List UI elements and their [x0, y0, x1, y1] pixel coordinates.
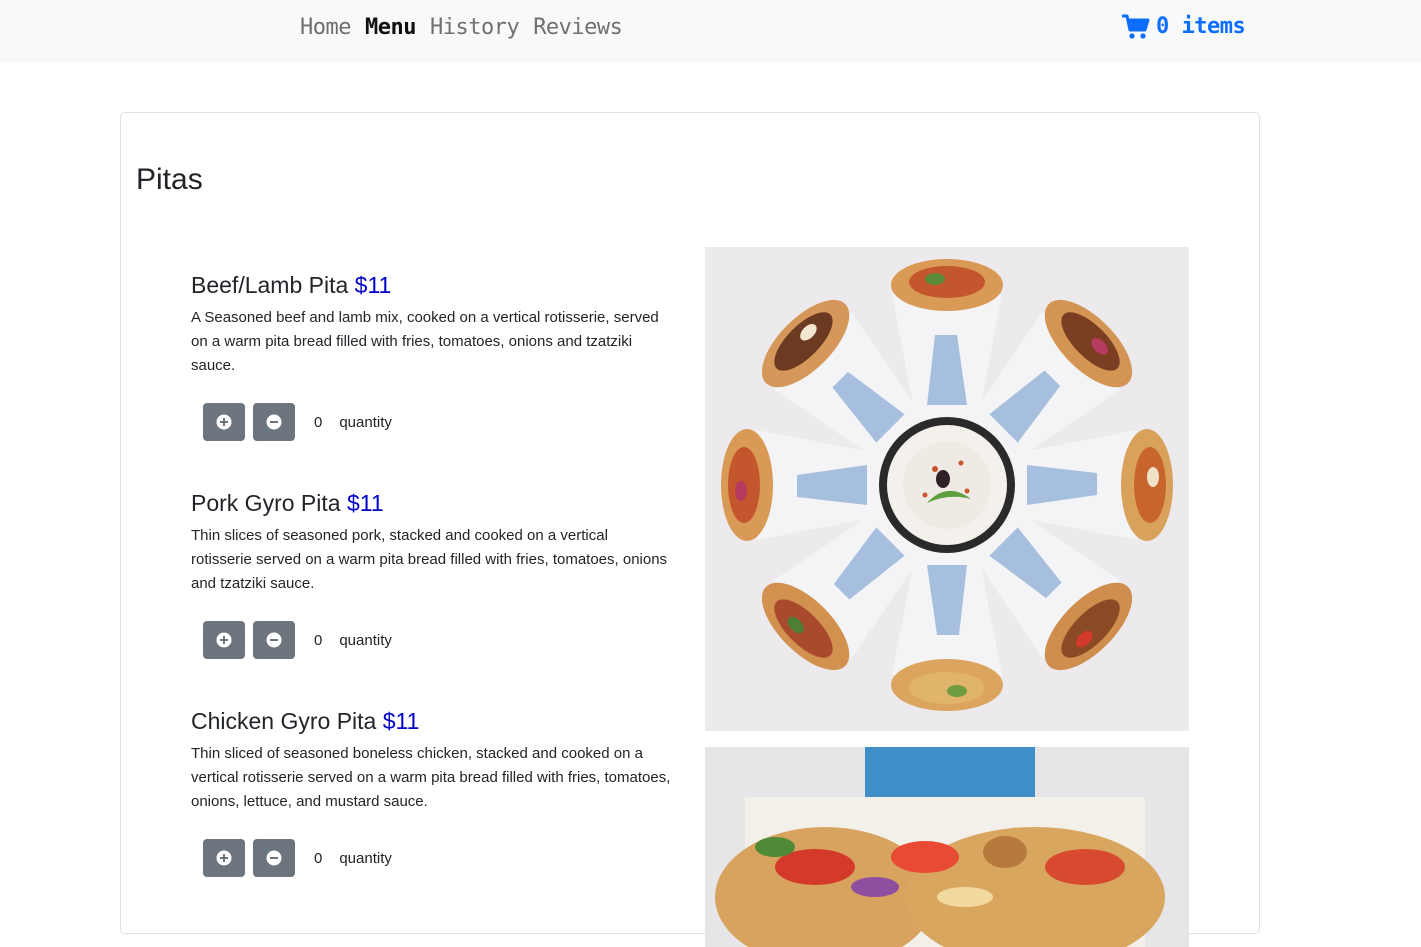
- gyro-plate-illustration: [705, 747, 1189, 947]
- menu-card: Pitas Beef/Lamb Pita $11 A Seasoned beef…: [120, 112, 1260, 947]
- menu-item-pork-gyro-pita: Pork Gyro Pita $11 Thin slices of season…: [191, 488, 671, 659]
- item-description: Thin sliced of seasoned boneless chicken…: [191, 745, 671, 810]
- minus-circle-icon: [266, 414, 282, 430]
- quantity-value: 0: [314, 631, 323, 649]
- plus-circle-icon: [216, 414, 232, 430]
- quantity-value: 0: [314, 849, 323, 867]
- plus-circle-icon: [216, 632, 232, 648]
- tzatziki-bowl: [879, 417, 1015, 553]
- item-title: Pork Gyro Pita $11: [191, 488, 671, 518]
- cart-link[interactable]: 0 items: [1122, 12, 1246, 42]
- quantity-label: quantity: [339, 413, 392, 431]
- quantity-label: quantity: [339, 631, 392, 649]
- shopping-cart-icon: [1122, 14, 1150, 39]
- item-price: $11: [346, 490, 384, 516]
- quantity-controls: 0 quantity: [203, 403, 392, 441]
- section-title: Pitas: [136, 163, 203, 196]
- item-description: A Seasoned beef and lamb mix, cooked on …: [191, 309, 659, 374]
- increase-quantity-button[interactable]: [203, 621, 245, 659]
- item-title: Chicken Gyro Pita $11: [191, 706, 671, 736]
- item-title: Beef/Lamb Pita $11: [191, 270, 671, 300]
- item-name: Pork Gyro Pita: [191, 490, 341, 516]
- quantity-value: 0: [314, 413, 323, 431]
- decrease-quantity-button[interactable]: [253, 403, 295, 441]
- minus-circle-icon: [266, 632, 282, 648]
- cart-count: 0 items: [1156, 14, 1246, 39]
- menu-item-chicken-gyro-pita: Chicken Gyro Pita $11 Thin sliced of sea…: [191, 706, 671, 877]
- pita-platter-illustration: [705, 247, 1189, 731]
- menu-item-beef-lamb-pita: Beef/Lamb Pita $11 A Seasoned beef and l…: [191, 270, 671, 441]
- decrease-quantity-button[interactable]: [253, 839, 295, 877]
- plus-circle-icon: [216, 850, 232, 866]
- minus-circle-icon: [266, 850, 282, 866]
- nav-links: Home Menu History Reviews: [300, 13, 636, 43]
- pita-platter-photo: [705, 247, 1189, 731]
- quantity-controls: 0 quantity: [203, 621, 392, 659]
- item-price: $11: [354, 272, 392, 298]
- decrease-quantity-button[interactable]: [253, 621, 295, 659]
- item-name: Beef/Lamb Pita: [191, 272, 349, 298]
- item-description: Thin slices of seasoned pork, stacked an…: [191, 527, 668, 592]
- top-navbar: Home Menu History Reviews 0 items: [0, 0, 1421, 63]
- nav-link-home[interactable]: Home: [300, 13, 351, 43]
- increase-quantity-button[interactable]: [203, 839, 245, 877]
- quantity-label: quantity: [339, 849, 392, 867]
- nav-link-reviews[interactable]: Reviews: [533, 13, 623, 43]
- increase-quantity-button[interactable]: [203, 403, 245, 441]
- item-price: $11: [382, 708, 420, 734]
- gyro-plate-photo: [705, 747, 1189, 947]
- quantity-controls: 0 quantity: [203, 839, 392, 877]
- nav-link-history[interactable]: History: [430, 13, 520, 43]
- item-name: Chicken Gyro Pita: [191, 708, 377, 734]
- nav-link-menu[interactable]: Menu: [365, 13, 416, 43]
